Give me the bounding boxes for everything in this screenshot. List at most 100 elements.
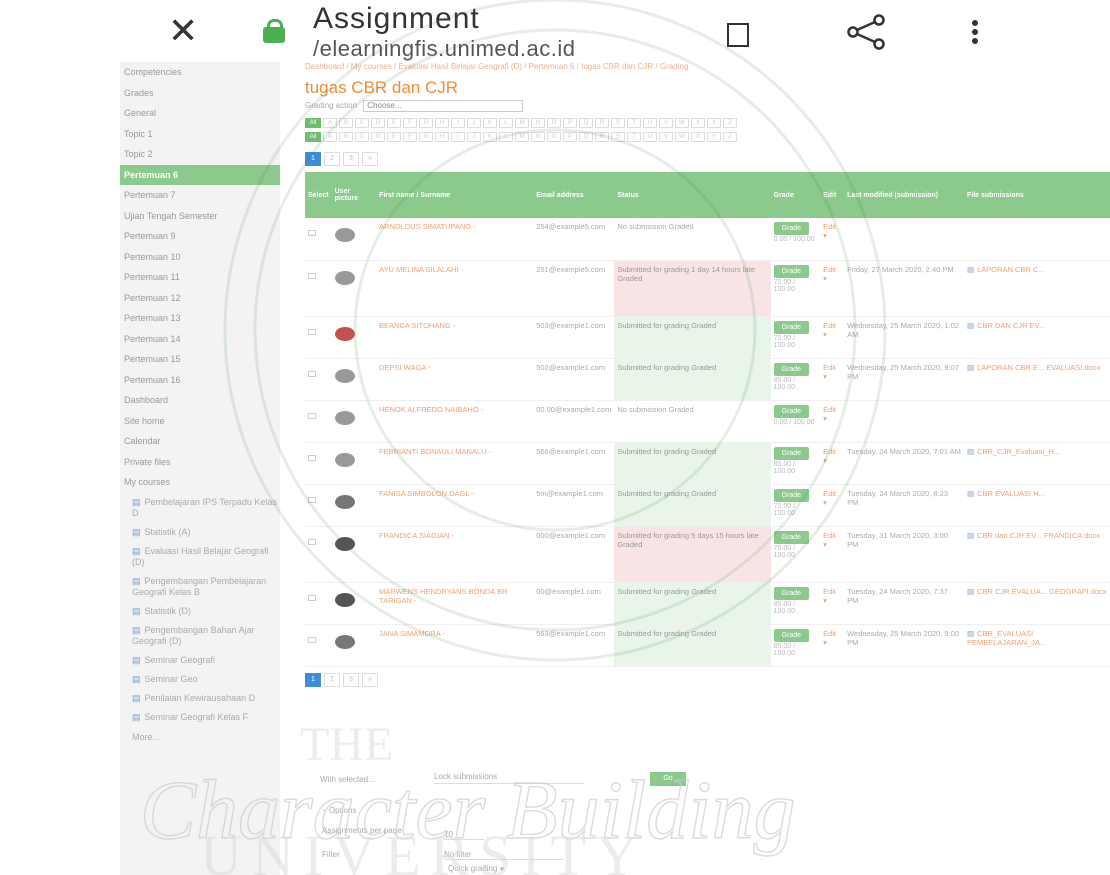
grade-button[interactable]: Grade <box>773 488 810 502</box>
page-button[interactable]: 1 <box>305 672 321 687</box>
sidebar-item[interactable]: Pertemuan 12 <box>120 288 280 309</box>
letter-filter-button[interactable]: P <box>563 132 577 142</box>
sidebar-item[interactable]: Site home <box>120 411 280 432</box>
sidebar-course-item[interactable]: ▤ Seminar Geo <box>120 670 280 689</box>
page-button[interactable]: 3 <box>343 672 359 687</box>
letter-filter-button[interactable]: K <box>483 118 497 128</box>
letter-filter-button[interactable]: I <box>451 132 465 142</box>
letter-filter-button[interactable]: H <box>435 118 449 128</box>
student-name-link[interactable]: HENOK ALFREDO NAIBAHO - <box>376 400 534 443</box>
letter-filter-button[interactable]: W <box>675 118 689 128</box>
sidebar-item[interactable]: Dashboard <box>120 390 280 411</box>
sidebar-more-link[interactable]: More... <box>120 727 280 748</box>
edit-menu[interactable]: Edit ▾ <box>820 316 845 359</box>
sidebar-item[interactable]: Pertemuan 6 <box>120 164 280 185</box>
help-icon[interactable]: ● <box>500 864 505 873</box>
file-link[interactable]: CBR_EVALUASI PEMBELAJARAN_JA... <box>967 629 1046 647</box>
grade-button[interactable]: Grade <box>773 362 810 376</box>
letter-filter-button[interactable]: S <box>611 132 625 142</box>
file-link[interactable]: CBR_CJR_Evaluasi_H... <box>977 447 1060 456</box>
edit-menu[interactable]: Edit ▾ <box>820 358 845 401</box>
letter-filter-button[interactable]: W <box>675 132 689 142</box>
sidebar-course-item[interactable]: ▤ Evaluasi Hasil Belajar Geografi (D) <box>120 542 280 572</box>
grade-button[interactable]: Grade <box>773 320 810 334</box>
letter-filter-button[interactable]: H <box>435 132 449 142</box>
letter-filter-button[interactable]: N <box>531 118 545 128</box>
sidebar-item[interactable]: Pertemuan 7 <box>120 185 280 206</box>
letter-filter-button[interactable]: E <box>387 132 401 142</box>
letter-filter-button[interactable]: V <box>659 118 673 128</box>
per-page-select[interactable]: 10 <box>444 830 484 840</box>
sidebar-course-item[interactable]: ▤ Penilaian Kewirausahaan D <box>120 689 280 708</box>
grade-button[interactable]: Grade <box>773 586 810 600</box>
grading-action-select[interactable]: Choose... <box>363 100 524 112</box>
letter-filter-button[interactable]: T <box>627 118 641 128</box>
go-button[interactable]: Go <box>650 772 686 786</box>
letter-filter-button[interactable]: P <box>563 118 577 128</box>
edit-menu[interactable]: Edit ▾ <box>820 218 845 261</box>
edit-menu[interactable]: Edit ▾ <box>820 442 845 485</box>
options-heading[interactable]: − Options <box>322 806 356 815</box>
sidebar-item[interactable]: Topic 2 <box>120 144 280 165</box>
more-options-icon[interactable] <box>972 20 978 47</box>
file-link[interactable]: CBR EVALUASI H... <box>977 489 1045 498</box>
student-name-link[interactable]: FRANDICA SIAGIAN - <box>376 526 534 583</box>
page-button[interactable]: 2 <box>324 672 340 687</box>
letter-filter-button[interactable]: J <box>467 118 481 128</box>
letter-filter-button[interactable]: V <box>659 132 673 142</box>
letter-filter-button[interactable]: A <box>323 118 337 128</box>
row-checkbox[interactable] <box>308 496 316 503</box>
student-name-link[interactable]: FEBRIANTI BONAULI MANALU - <box>376 442 534 485</box>
page-button[interactable]: » <box>362 672 378 687</box>
letter-filter-button[interactable]: C <box>355 132 369 142</box>
student-name-link[interactable]: BEANCA SITOHANG - <box>376 316 534 359</box>
letter-filter-button[interactable]: Y <box>707 118 721 128</box>
sidebar-course-item[interactable]: ▤ Pengembangan Bahan Ajar Geografi (D) <box>120 621 280 651</box>
edit-menu[interactable]: Edit ▾ <box>820 582 845 625</box>
student-name-link[interactable]: AYU MELINA SILALAHI - <box>376 260 534 317</box>
sidebar-item[interactable]: Pertemuan 9 <box>120 226 280 247</box>
edit-menu[interactable]: Edit ▾ <box>820 400 845 443</box>
quick-grading-checkbox[interactable]: Quick grading ● <box>448 864 504 873</box>
row-checkbox[interactable] <box>308 412 316 419</box>
letter-filter-button[interactable]: E <box>387 118 401 128</box>
sidebar-item[interactable]: Ujian Tengah Semester <box>120 206 280 227</box>
row-checkbox[interactable] <box>308 454 316 461</box>
grade-button[interactable]: Grade <box>773 530 810 544</box>
letter-filter-button[interactable]: K <box>483 132 497 142</box>
sidebar-item[interactable]: Competencies <box>120 62 280 83</box>
row-checkbox[interactable] <box>308 538 316 545</box>
share-icon[interactable] <box>845 14 889 50</box>
letter-filter-button[interactable]: U <box>643 118 657 128</box>
column-header[interactable]: Select <box>305 172 332 218</box>
column-header[interactable]: First name / Surname <box>376 172 534 218</box>
sidebar-item[interactable]: Calendar <box>120 431 280 452</box>
sidebar-course-item[interactable]: ▤ Seminar Geografi Kelas F <box>120 708 280 727</box>
page-button[interactable]: 2 <box>324 152 340 166</box>
bookmark-icon[interactable] <box>726 23 749 47</box>
letter-filter-button[interactable]: O <box>547 118 561 128</box>
edit-menu[interactable]: Edit ▾ <box>820 624 845 667</box>
letter-filter-button[interactable]: G <box>419 132 433 142</box>
letter-filter-button[interactable]: S <box>611 118 625 128</box>
sidebar-item[interactable]: My courses <box>120 472 280 493</box>
grade-button[interactable]: Grade <box>773 264 810 278</box>
breadcrumb[interactable]: Dashboard / My courses / Evaluasi Hasil … <box>295 62 1110 72</box>
page-url[interactable]: /elearningfis.unimed.ac.id <box>313 36 575 62</box>
grade-button[interactable]: Grade <box>773 404 810 418</box>
letter-filter-button[interactable]: O <box>547 132 561 142</box>
letter-filter-button[interactable]: L <box>499 132 513 142</box>
letter-filter-button[interactable]: X <box>691 118 705 128</box>
letter-filter-button[interactable]: Q <box>579 118 593 128</box>
sidebar-item[interactable]: Pertemuan 15 <box>120 349 280 370</box>
file-link[interactable]: CBR CJR EVALUA... GEOGRAFI.docx <box>977 587 1106 596</box>
file-link[interactable]: CBR DAN CJR EV... <box>977 321 1045 330</box>
letter-filter-button[interactable]: F <box>403 118 417 128</box>
column-header[interactable]: Last modified (submission) <box>844 172 964 218</box>
page-button[interactable]: » <box>362 152 378 166</box>
sidebar-item[interactable]: Private files <box>120 452 280 473</box>
page-button[interactable]: 1 <box>305 152 321 166</box>
letter-filter-button[interactable]: C <box>355 118 369 128</box>
student-name-link[interactable]: MARWENS HENDRYANS BONDA BR TARIGAN - <box>376 582 534 625</box>
column-header[interactable]: Email address <box>533 172 615 218</box>
